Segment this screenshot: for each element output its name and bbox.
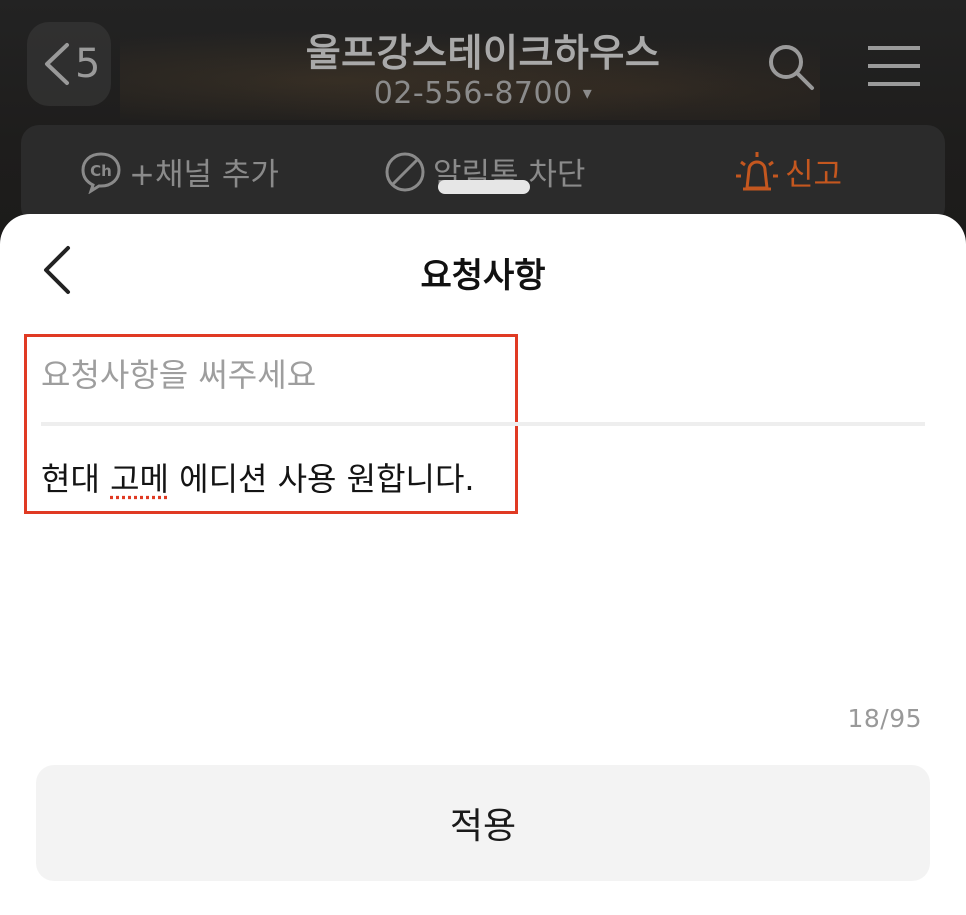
phone-number: 02-556-8700 <box>373 76 573 111</box>
request-input[interactable]: 현대 고메 에디션 사용 원합니다. <box>41 454 475 500</box>
report-label: 신고 <box>785 157 843 193</box>
char-count: 18/95 <box>847 704 922 733</box>
add-channel-button[interactable]: Ch +채널 추가 <box>79 149 279 194</box>
request-input-placeholder[interactable]: 요청사항을 써주세요 <box>41 350 316 396</box>
sheet-drag-handle[interactable] <box>438 180 530 194</box>
search-button[interactable] <box>766 42 816 96</box>
channel-ch-icon: Ch <box>81 151 121 194</box>
room-title: 울프강스테이크하우스 <box>305 31 661 75</box>
channel-action-bar: Ch +채널 추가 알림톡 차단 신고 <box>21 125 945 225</box>
room-phone[interactable]: 02-556-8700 ▾ <box>0 76 966 111</box>
request-sheet: 요청사항 요청사항을 써주세요 현대 고메 에디션 사용 원합니다. 18/95… <box>0 214 966 915</box>
add-channel-label: +채널 추가 <box>129 157 279 193</box>
menu-button[interactable] <box>866 44 922 92</box>
svg-text:Ch: Ch <box>90 162 112 180</box>
input-text-part: 에디션 사용 원합니다. <box>168 460 475 498</box>
search-icon <box>769 45 814 90</box>
apply-button[interactable]: 적용 <box>36 765 930 881</box>
block-icon <box>385 152 425 191</box>
input-text-part: 현대 <box>41 460 111 498</box>
hamburger-menu-icon <box>868 46 920 86</box>
spellcheck-word: 고메 <box>110 460 169 498</box>
report-button[interactable]: 신고 <box>735 149 842 194</box>
siren-icon <box>736 151 778 190</box>
sheet-title: 요청사항 <box>420 256 546 296</box>
screen: 5 울프강스테이크하우스 02-556-8700 ▾ Ch +채널 추가 알림톡… <box>0 0 966 915</box>
caret-down-icon: ▾ <box>582 83 593 104</box>
input-divider <box>41 422 925 426</box>
